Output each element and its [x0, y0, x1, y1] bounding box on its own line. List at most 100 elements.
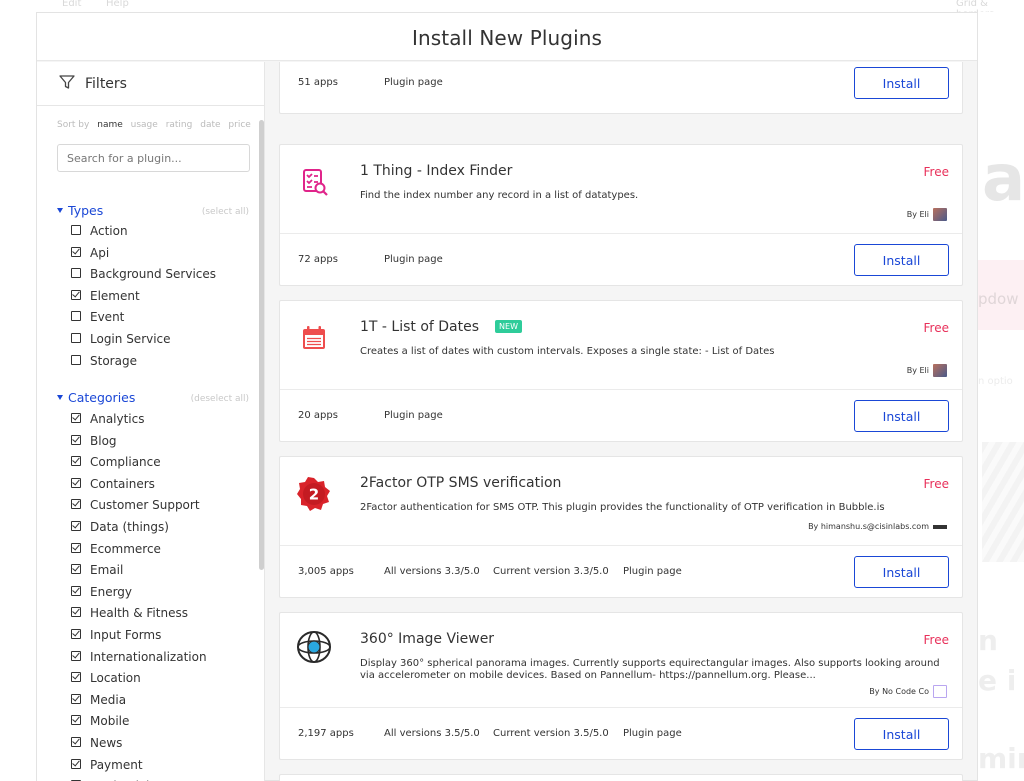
checkbox-checked-icon[interactable] — [71, 499, 81, 510]
checkbox-checked-icon[interactable] — [71, 434, 81, 445]
index-finder-icon — [303, 169, 328, 196]
plugin-list: 51 apps Plugin page Install 1 Thing - In… — [266, 62, 977, 781]
checkbox-checked-icon[interactable] — [71, 542, 81, 553]
plugin-card-body: 1 Thing - Index Finder Free Find the ind… — [280, 145, 962, 234]
filter-checkbox[interactable]: Ecommerce — [71, 542, 161, 556]
sort-option-name[interactable]: name — [97, 120, 123, 130]
filter-checkbox[interactable]: Action — [71, 224, 128, 238]
checkbox-checked-icon[interactable] — [71, 607, 81, 618]
checkbox-checked-icon[interactable] — [71, 585, 81, 596]
sort-by-label: Sort by — [57, 120, 90, 130]
plugin-card-footer: 72 apps Plugin page Install — [280, 234, 962, 286]
checkbox-unchecked-icon[interactable] — [71, 268, 81, 279]
install-button[interactable]: Install — [854, 556, 949, 588]
plugin-page-link[interactable]: Plugin page — [623, 728, 682, 739]
filter-checkbox[interactable]: Customer Support — [71, 498, 200, 512]
checkbox-unchecked-icon[interactable] — [71, 333, 81, 343]
filter-checkbox-label: Customer Support — [90, 498, 200, 513]
filter-checkbox[interactable]: Element — [71, 289, 140, 303]
sort-option-usage[interactable]: usage — [131, 120, 158, 130]
filter-checkbox[interactable]: Mobile — [71, 714, 129, 728]
plugin-app-count: 2,197 apps — [298, 728, 354, 739]
filter-checkbox[interactable]: Payment — [71, 758, 143, 772]
sort-option-price[interactable]: price — [228, 120, 250, 130]
filter-checkbox[interactable]: Analytics — [71, 412, 145, 426]
globe-viewer-icon — [297, 631, 331, 663]
install-button[interactable]: Install — [854, 244, 949, 276]
plugin-author: By Eli — [907, 208, 947, 221]
filter-checkbox[interactable]: Compliance — [71, 455, 161, 469]
install-button[interactable]: Install — [854, 400, 949, 432]
plugin-current-version: Current version 3.5/5.0 — [493, 728, 609, 739]
sort-option-date[interactable]: date — [200, 120, 220, 130]
checkbox-checked-icon[interactable] — [71, 456, 81, 467]
checkbox-unchecked-icon[interactable] — [71, 311, 81, 322]
checkbox-checked-icon[interactable] — [71, 246, 81, 257]
plugin-name[interactable]: 360° Image Viewer — [360, 631, 494, 647]
plugin-page-link[interactable]: Plugin page — [384, 254, 443, 265]
sidebar-scrollbar[interactable] — [259, 120, 264, 570]
filter-checkbox-label: Data (things) — [90, 520, 169, 534]
filter-checkbox[interactable]: Event — [71, 310, 124, 324]
filter-checkbox[interactable]: Storage — [71, 354, 137, 368]
plugin-card: 360° Image Viewer Free Display 360° sphe… — [279, 612, 963, 760]
plugin-card-footer: 20 apps Plugin page Install — [280, 390, 962, 442]
checkbox-checked-icon[interactable] — [71, 715, 81, 726]
plugin-card-body: 1T - List of Dates NEW Free Creates a lis… — [280, 301, 962, 390]
checkbox-checked-icon[interactable] — [71, 693, 81, 704]
install-button[interactable]: Install — [854, 67, 949, 99]
filter-checkbox[interactable]: Energy — [71, 585, 132, 599]
filter-checkbox[interactable]: Email — [71, 563, 123, 577]
filter-checkbox[interactable]: News — [71, 736, 122, 750]
plugin-card: 51 apps Plugin page Install — [279, 62, 963, 114]
plugin-card: 2 2Factor OTP SMS verification Free 2Fac… — [279, 456, 963, 598]
plugin-name[interactable]: 1T - List of Dates NEW — [360, 319, 522, 335]
install-button[interactable]: Install — [854, 718, 949, 750]
filter-checkbox[interactable]: Data (things) — [71, 520, 169, 534]
checkbox-checked-icon[interactable] — [71, 672, 81, 683]
filter-checkbox[interactable]: Login Service — [71, 332, 171, 346]
filter-checkbox-label: Login Service — [90, 332, 171, 346]
checkbox-unchecked-icon[interactable] — [71, 225, 81, 235]
checkbox-checked-icon[interactable] — [71, 477, 81, 488]
filter-checkbox[interactable]: Health & Fitness — [71, 606, 188, 620]
types-section-toggle[interactable]: Types — [57, 203, 103, 218]
sort-by-row: Sort by name usage rating date price — [57, 120, 256, 130]
filter-checkbox[interactable]: Background Services — [71, 267, 216, 281]
filter-checkbox-label: Ecommerce — [90, 541, 161, 556]
plugin-page-link[interactable]: Plugin page — [623, 566, 682, 577]
checkbox-checked-icon[interactable] — [71, 758, 81, 769]
filter-checkbox[interactable]: Blog — [71, 434, 117, 448]
plugin-name[interactable]: 2Factor OTP SMS verification — [360, 475, 561, 491]
filter-checkbox[interactable]: Input Forms — [71, 628, 161, 642]
caret-down-icon — [57, 208, 63, 213]
filter-checkbox[interactable]: Location — [71, 671, 141, 685]
plugin-page-link[interactable]: Plugin page — [384, 410, 443, 421]
checkbox-checked-icon[interactable] — [71, 413, 81, 423]
plugin-app-count: 72 apps — [298, 254, 338, 265]
checkbox-checked-icon[interactable] — [71, 564, 81, 575]
checkbox-checked-icon[interactable] — [71, 521, 81, 531]
filter-checkbox-label: Api — [90, 245, 110, 260]
filter-checkbox-label: Health & Fitness — [90, 606, 188, 621]
checkbox-checked-icon[interactable] — [71, 289, 81, 300]
filter-checkbox[interactable]: Containers — [71, 477, 155, 491]
filter-checkbox[interactable]: Internationalization — [71, 650, 207, 664]
plugin-search-input[interactable] — [57, 144, 250, 172]
plugin-page-link[interactable]: Plugin page — [384, 77, 443, 88]
plugin-name[interactable]: 1 Thing - Index Finder — [360, 163, 512, 179]
plugin-card-body: 2 2Factor OTP SMS verification Free 2Fac… — [280, 457, 962, 546]
categories-deselect-all[interactable]: (deselect all) — [191, 394, 249, 404]
checkbox-checked-icon[interactable] — [71, 650, 81, 661]
plugin-description: Display 360° spherical panorama images. … — [360, 658, 940, 681]
checkbox-checked-icon[interactable] — [71, 737, 81, 747]
filter-checkbox-label: Mobile — [90, 714, 130, 729]
background-canvas: a pdow n optio n e i min — [978, 12, 1024, 781]
filter-checkbox[interactable]: Media — [71, 693, 126, 707]
filter-checkbox[interactable]: Api — [71, 246, 109, 260]
types-select-all[interactable]: (select all) — [202, 207, 249, 217]
sort-option-rating[interactable]: rating — [166, 120, 193, 130]
checkbox-unchecked-icon[interactable] — [71, 354, 81, 365]
checkbox-checked-icon[interactable] — [71, 629, 81, 639]
categories-section-toggle[interactable]: Categories — [57, 390, 135, 405]
